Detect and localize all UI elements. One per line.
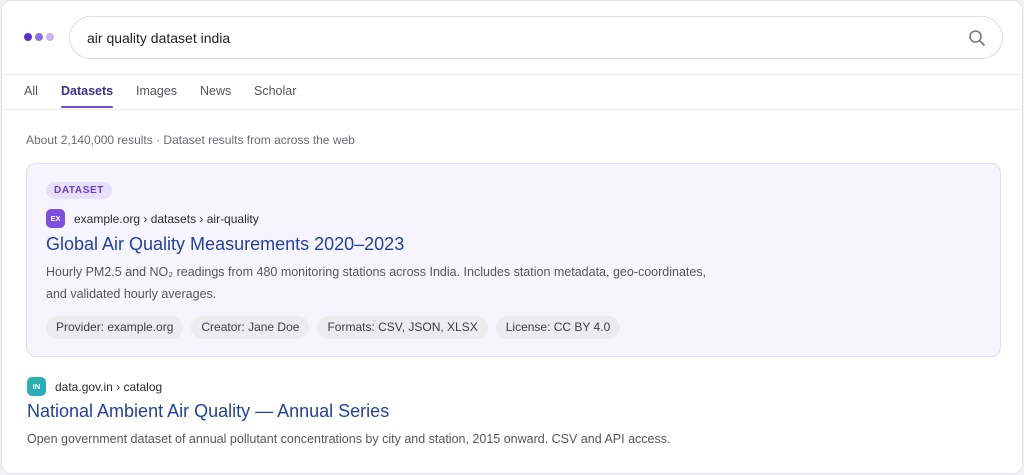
result-snippet: Hourly PM2.5 and NO₂ readings from 480 m…	[46, 261, 766, 305]
snippet-line: Hourly PM2.5 and NO₂ readings from 480 m…	[46, 265, 707, 279]
result-title-link[interactable]: Global Air Quality Measurements 2020–202…	[46, 234, 404, 255]
results-count: About 2,140,000 results · Dataset result…	[26, 133, 355, 147]
snippet-line: and validated hourly averages.	[46, 287, 217, 301]
site-favicon-icon: IN	[27, 377, 46, 396]
header	[2, 1, 1022, 74]
site-favicon-icon: EX	[46, 209, 65, 228]
creator-chip[interactable]: Creator: Jane Doe	[191, 316, 310, 339]
featured-dataset-card[interactable]: DATASET EX example.org › datasets › air-…	[26, 163, 1001, 357]
result-title-link[interactable]: National Ambient Air Quality — Annual Se…	[27, 401, 389, 422]
tab-bar: All Datasets Images News Scholar	[2, 74, 1022, 110]
dataset-metadata-chips: Provider: example.org Creator: Jane Doe …	[46, 316, 621, 339]
tab-images[interactable]: Images	[136, 84, 177, 98]
tab-news[interactable]: News	[200, 84, 231, 98]
search-icon[interactable]	[968, 29, 986, 47]
tab-datasets[interactable]: Datasets	[61, 84, 113, 98]
result-breadcrumb: example.org › datasets › air-quality	[74, 211, 259, 226]
logo-dot	[46, 33, 54, 41]
logo[interactable]	[24, 33, 54, 41]
active-tab-indicator	[61, 106, 113, 108]
license-chip[interactable]: License: CC BY 4.0	[495, 316, 621, 339]
search-box	[69, 16, 1003, 59]
result-source[interactable]: EX example.org › datasets › air-quality	[46, 209, 259, 228]
provider-chip[interactable]: Provider: example.org	[46, 316, 184, 339]
formats-chip[interactable]: Formats: CSV, JSON, XLSX	[317, 316, 488, 339]
tab-scholar[interactable]: Scholar	[254, 84, 296, 98]
tab-all[interactable]: All	[24, 84, 38, 98]
search-input[interactable]	[87, 17, 947, 58]
result-source[interactable]: IN data.gov.in › catalog	[27, 377, 162, 396]
logo-dot	[35, 33, 43, 41]
result-breadcrumb: data.gov.in › catalog	[55, 379, 163, 394]
result-snippet: Open government dataset of annual pollut…	[27, 432, 671, 446]
logo-dot	[24, 33, 32, 41]
search-results-window: All Datasets Images News Scholar About 2…	[1, 0, 1023, 474]
dataset-badge: DATASET	[46, 182, 112, 199]
